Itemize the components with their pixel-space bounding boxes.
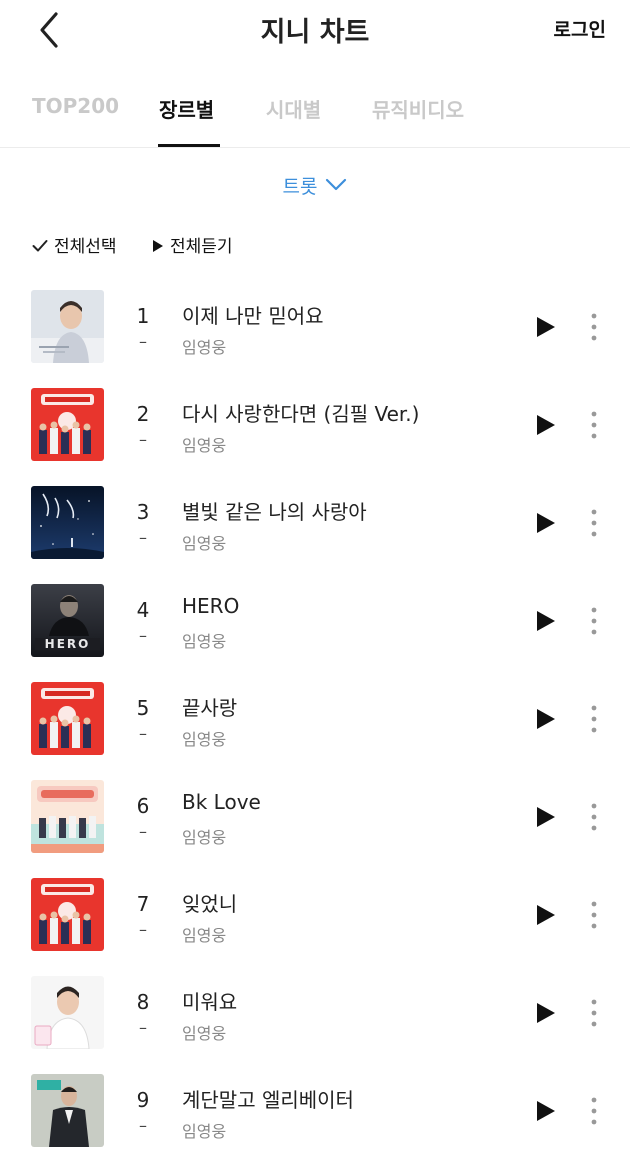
more-options-icon[interactable] [584,408,604,442]
rank-change: – [139,724,147,743]
more-options-icon[interactable] [584,800,604,834]
artist-name[interactable]: 임영웅 [182,922,226,946]
play-icon[interactable] [532,608,558,634]
svg-text:HERO: HERO [45,637,91,651]
track-row[interactable]: HERO 4 – HERO 임영웅 [0,576,630,674]
rank-change: – [139,332,147,351]
album-cover[interactable] [31,682,104,755]
artist-name[interactable]: 임영웅 [182,1020,226,1044]
more-options-icon[interactable] [584,996,604,1030]
track-row[interactable]: 2 – 다시 사랑한다면 (김필 Ver.) 임영웅 [0,380,630,478]
album-cover[interactable] [31,878,104,951]
rank-change: – [139,1018,147,1037]
more-options-icon[interactable] [584,1094,604,1128]
track-row[interactable]: 3 – 별빛 같은 나의 사랑아임영웅 [0,478,630,576]
album-cover[interactable] [31,780,104,853]
track-rank: 6 [136,794,150,818]
album-cover[interactable] [31,486,104,559]
tab-era[interactable]: 시대별 [266,94,321,123]
track-row[interactable]: 9 – 계단말고 엘리베이터임영웅 [0,1066,630,1161]
genre-label: 트롯 [282,176,318,198]
play-all-button[interactable]: 전체듣기 [152,232,233,257]
tab-music-video[interactable]: 뮤직비디오 [372,94,464,123]
play-all-label: 전체듣기 [170,237,233,257]
login-button[interactable]: 로그인 [554,15,606,42]
song-title[interactable]: 계단말고 엘리베이터 [182,1084,354,1113]
rank-change: – [139,920,147,939]
check-icon [32,237,54,257]
artist-name[interactable]: 임영웅 [182,726,226,750]
rank-change: – [139,626,147,645]
play-icon [152,237,170,257]
song-title[interactable]: 이제 나만 믿어요 [182,300,324,329]
song-title[interactable]: 별빛 같은 나의 사랑아 [182,496,367,525]
tab-genre[interactable]: 장르별 [159,94,214,123]
more-options-icon[interactable] [584,604,604,638]
select-all-label: 전체선택 [54,237,117,257]
more-options-icon[interactable] [584,898,604,932]
track-rank: 5 [136,696,150,720]
album-cover[interactable]: HERO [31,584,104,657]
play-icon[interactable] [532,1098,558,1124]
play-icon[interactable] [532,706,558,732]
rank-change: – [139,822,147,841]
tab-top200[interactable]: TOP200 [32,94,119,118]
track-rank: 7 [136,892,150,916]
more-options-icon[interactable] [584,702,604,736]
play-icon[interactable] [532,412,558,438]
more-options-icon[interactable] [584,310,604,344]
song-title[interactable]: HERO [182,594,239,618]
track-row[interactable]: 5 – 끝사랑임영웅 [0,674,630,772]
track-row[interactable]: 7 – 잊었니임영웅 [0,870,630,968]
track-rank: 4 [136,598,150,622]
song-title[interactable]: 잊었니 [182,888,237,917]
track-rank: 9 [136,1088,150,1112]
active-tab-indicator [158,144,220,147]
play-icon[interactable] [532,902,558,928]
play-icon[interactable] [532,1000,558,1026]
song-title[interactable]: 미워요 [182,986,237,1015]
artist-name[interactable]: 임영웅 [182,334,226,358]
play-icon[interactable] [532,314,558,340]
song-title[interactable]: Bk Love [182,790,261,814]
genre-dropdown[interactable]: 트롯 [0,172,630,199]
artist-name[interactable]: 임영웅 [182,432,226,456]
song-title[interactable]: 다시 사랑한다면 (김필 Ver.) [182,398,419,427]
album-cover[interactable] [31,1074,104,1147]
page-title: 지니 차트 [260,17,370,48]
artist-name[interactable]: 임영웅 [182,1118,226,1142]
track-rank: 8 [136,990,150,1014]
artist-name[interactable]: 임영웅 [182,628,226,652]
album-cover[interactable] [31,388,104,461]
track-row[interactable]: 8 – 미워요임영웅 [0,968,630,1066]
rank-change: – [139,528,147,547]
artist-name[interactable]: 임영웅 [182,824,226,848]
chart-tabs: TOP200 장르별 시대별 뮤직비디오 [0,86,630,148]
track-rank: 2 [136,402,150,426]
track-rank: 3 [136,500,150,524]
album-cover[interactable] [31,290,104,363]
chevron-down-icon [325,175,347,197]
select-all-button[interactable]: 전체선택 [32,232,117,257]
track-rank: 1 [136,304,150,328]
album-cover[interactable] [31,976,104,1049]
rank-change: – [139,430,147,449]
track-row[interactable]: 6 – Bk Love 임영웅 [0,772,630,870]
artist-name[interactable]: 임영웅 [182,530,226,554]
more-options-icon[interactable] [584,506,604,540]
play-icon[interactable] [532,510,558,536]
rank-change: – [139,1116,147,1135]
track-row[interactable]: 1 – 이제 나만 믿어요임영웅 [0,282,630,380]
play-icon[interactable] [532,804,558,830]
song-title[interactable]: 끝사랑 [182,692,237,721]
header: 지니 차트 로그인 [0,0,630,62]
